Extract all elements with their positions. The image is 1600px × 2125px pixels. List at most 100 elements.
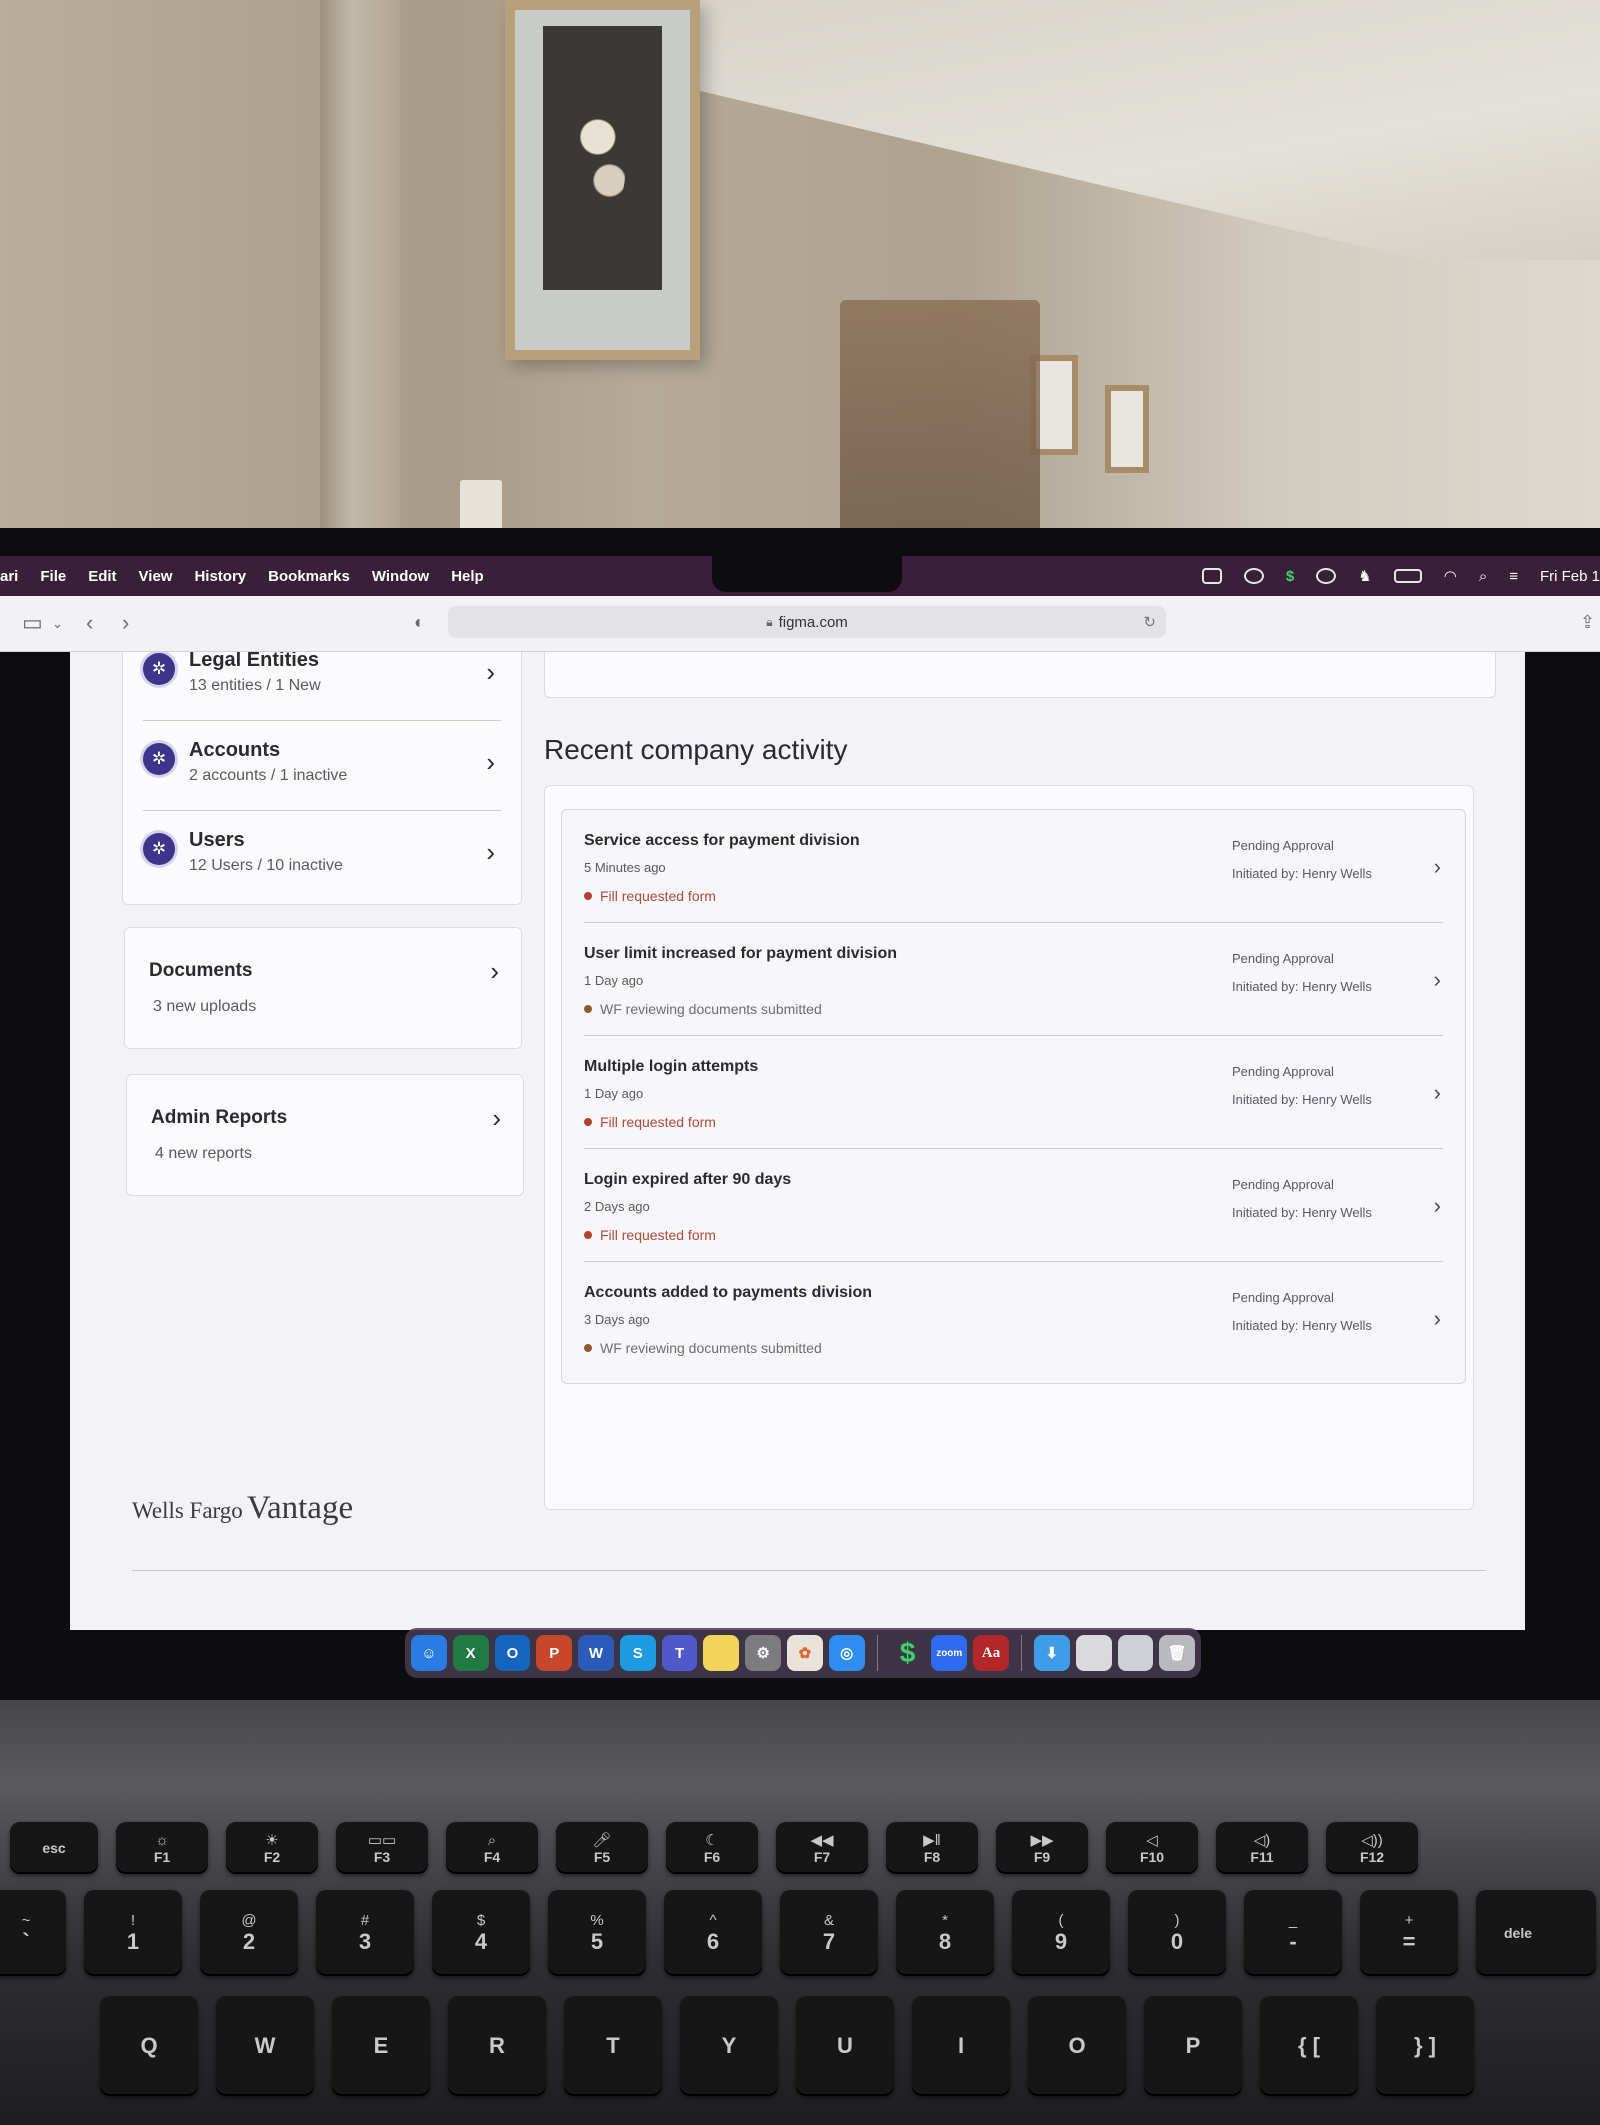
- chevron-right-icon[interactable]: ›: [1434, 854, 1441, 880]
- menubar-clock[interactable]: Fri Feb 1: [1540, 568, 1600, 585]
- key-right-bracket[interactable]: } ]: [1376, 1996, 1474, 2096]
- menu-help[interactable]: Help: [451, 568, 484, 585]
- admin-reports-card[interactable]: Admin Reports 4 new reports ›: [126, 1074, 524, 1196]
- key-q[interactable]: Q: [100, 1996, 198, 2096]
- safari-icon[interactable]: ◎: [828, 1635, 865, 1671]
- privacy-shield-icon[interactable]: ◐: [414, 612, 425, 633]
- sidebar-item-users[interactable]: ✲ Users 12 Users / 10 inactive ›: [123, 813, 521, 901]
- key-f8[interactable]: ▶‖ F8: [886, 1822, 978, 1874]
- key-delete[interactable]: dele: [1476, 1890, 1596, 1976]
- share-icon[interactable]: ⇪: [1580, 612, 1595, 633]
- notes-icon[interactable]: [703, 1635, 740, 1671]
- money-status-icon[interactable]: $: [1286, 568, 1294, 585]
- cloud-icon[interactable]: [1316, 568, 1337, 584]
- spy-icon[interactable]: ♞: [1358, 567, 1371, 585]
- key-f3[interactable]: ▭▭ F3: [336, 1822, 428, 1874]
- documents-icon[interactable]: [1075, 1635, 1112, 1671]
- key-f11[interactable]: ◁) F11: [1216, 1822, 1308, 1874]
- trash-icon[interactable]: 🗑︎: [1159, 1635, 1196, 1671]
- key-1[interactable]: ! 1: [84, 1890, 182, 1976]
- menu-window[interactable]: Window: [372, 568, 429, 585]
- dictionary-icon[interactable]: Aa: [973, 1635, 1009, 1671]
- key-2[interactable]: @2: [200, 1890, 298, 1976]
- reload-icon[interactable]: ↻: [1143, 613, 1156, 631]
- key-u[interactable]: U: [796, 1996, 894, 2096]
- documents-card[interactable]: Documents 3 new uploads ›: [124, 927, 522, 1049]
- screenshots-icon[interactable]: [1117, 1635, 1154, 1671]
- activity-row[interactable]: Multiple login attempts 1 Day ago Fill r…: [562, 1036, 1465, 1149]
- sidebar-item-legal-entities[interactable]: ✲ Legal Entities 13 entities / 1 New ›: [123, 652, 521, 721]
- wall-pillar: [320, 0, 400, 540]
- control-center-icon[interactable]: ≡: [1509, 568, 1518, 585]
- key-w[interactable]: W: [216, 1996, 314, 2096]
- finder-icon[interactable]: ☺: [411, 1635, 447, 1671]
- key-f5[interactable]: 🎤︎ F5: [556, 1822, 648, 1874]
- key-7[interactable]: & 7: [780, 1890, 878, 1976]
- key-left-bracket[interactable]: { [: [1260, 1996, 1358, 2096]
- search-icon[interactable]: ⌕: [1479, 568, 1487, 585]
- chevron-right-icon[interactable]: ›: [1434, 967, 1441, 993]
- key-f6[interactable]: ☾ F6: [666, 1822, 758, 1874]
- chevron-down-icon[interactable]: ⌄: [52, 616, 63, 632]
- key-f7[interactable]: ◀◀ F7: [776, 1822, 868, 1874]
- money-icon[interactable]: $: [890, 1635, 926, 1671]
- key-f1[interactable]: ☼ F1: [116, 1822, 208, 1874]
- activity-status: Fill requested form: [584, 888, 716, 904]
- activity-row[interactable]: Service access for payment division 5 Mi…: [562, 810, 1465, 923]
- key-f2[interactable]: ☀ F2: [226, 1822, 318, 1874]
- menu-view[interactable]: View: [139, 568, 173, 585]
- key-f9[interactable]: ▶▶ F9: [996, 1822, 1088, 1874]
- key-9[interactable]: (9: [1012, 1890, 1110, 1976]
- key-esc[interactable]: esc: [10, 1822, 98, 1874]
- display-icon[interactable]: [1201, 568, 1222, 584]
- key-f4[interactable]: ⌕ F4: [446, 1822, 538, 1874]
- key-r[interactable]: R: [448, 1996, 546, 2096]
- key-5[interactable]: % 5: [548, 1890, 646, 1976]
- powerpoint-icon[interactable]: P: [536, 1635, 573, 1671]
- key-y[interactable]: Y: [680, 1996, 778, 2096]
- key-i[interactable]: I: [912, 1996, 1010, 2096]
- key-equals[interactable]: + =: [1360, 1890, 1458, 1976]
- system-settings-icon[interactable]: ⚙: [745, 1635, 782, 1671]
- zoom-icon[interactable]: zoom: [931, 1635, 968, 1671]
- key-f10[interactable]: ◁ F10: [1106, 1822, 1198, 1874]
- downloads-folder-icon[interactable]: ⬇: [1033, 1635, 1070, 1671]
- key-o[interactable]: O: [1028, 1996, 1126, 2096]
- address-bar[interactable]: 🔒︎ figma.com ↻: [448, 606, 1166, 638]
- menu-app-name[interactable]: ari: [0, 568, 18, 585]
- activity-row[interactable]: Login expired after 90 days 2 Days ago F…: [562, 1149, 1465, 1262]
- key-e[interactable]: E: [332, 1996, 430, 2096]
- key-f12[interactable]: ◁)) F12: [1326, 1822, 1418, 1874]
- vpn-icon[interactable]: [1243, 568, 1264, 584]
- wifi-icon[interactable]: ◠: [1444, 567, 1457, 585]
- word-icon[interactable]: W: [578, 1635, 614, 1671]
- sidebar-toggle-icon[interactable]: ▭: [22, 610, 43, 636]
- key-t[interactable]: T: [564, 1996, 662, 2096]
- menu-bookmarks[interactable]: Bookmarks: [268, 568, 350, 585]
- key-6[interactable]: ^ 6: [664, 1890, 762, 1976]
- activity-row[interactable]: Accounts added to payments division 3 Da…: [562, 1262, 1465, 1375]
- key-p[interactable]: P: [1144, 1996, 1242, 2096]
- chevron-right-icon[interactable]: ›: [1434, 1193, 1441, 1219]
- key-3[interactable]: #3: [316, 1890, 414, 1976]
- excel-icon[interactable]: X: [452, 1635, 489, 1671]
- skype-icon[interactable]: S: [619, 1635, 656, 1671]
- menu-history[interactable]: History: [194, 568, 246, 585]
- key-8[interactable]: * 8: [896, 1890, 994, 1976]
- photos-icon[interactable]: ✿: [787, 1635, 823, 1671]
- menu-edit[interactable]: Edit: [88, 568, 116, 585]
- key-4[interactable]: $4: [432, 1890, 530, 1976]
- key-minus[interactable]: _ -: [1244, 1890, 1342, 1976]
- sidebar-item-accounts[interactable]: ✲ Accounts 2 accounts / 1 inactive ›: [123, 723, 521, 811]
- teams-icon[interactable]: T: [661, 1635, 698, 1671]
- key-backtick[interactable]: ~ `: [0, 1890, 66, 1976]
- activity-row[interactable]: User limit increased for payment divisio…: [562, 923, 1465, 1036]
- chevron-right-icon[interactable]: ›: [1434, 1080, 1441, 1106]
- menu-file[interactable]: File: [40, 568, 66, 585]
- key-0[interactable]: ) 0: [1128, 1890, 1226, 1976]
- back-icon[interactable]: ‹: [86, 610, 93, 636]
- chevron-right-icon[interactable]: ›: [1434, 1306, 1441, 1332]
- outlook-icon[interactable]: O: [494, 1635, 531, 1671]
- forward-icon[interactable]: ›: [122, 610, 129, 636]
- battery-icon[interactable]: [1393, 569, 1422, 583]
